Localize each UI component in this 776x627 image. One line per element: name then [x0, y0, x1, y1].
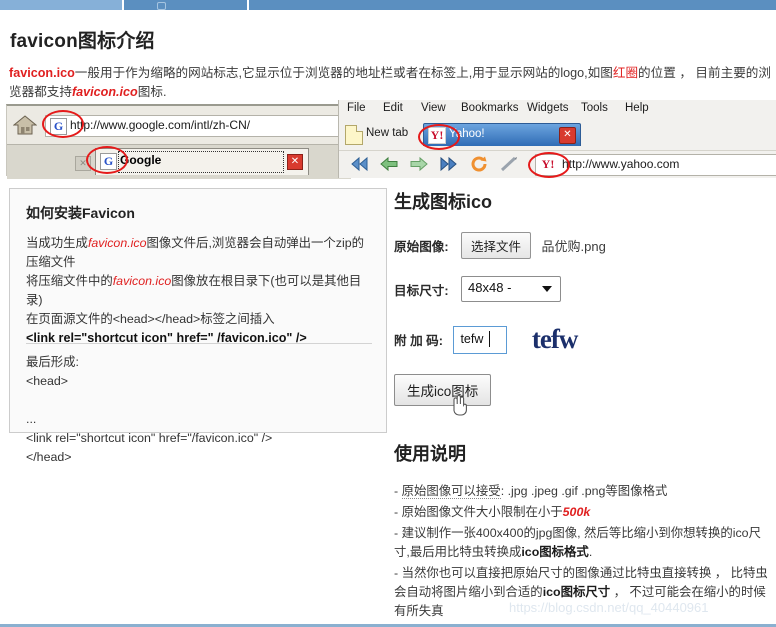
back-icon[interactable] [379, 155, 399, 173]
intro-text-1: 一般用于作为缩略的网站标志,它显示位于浏览器的地址栏或者在标签上,用于显示网站的… [74, 66, 613, 80]
menu-item-tools[interactable]: Tools [581, 102, 608, 114]
rewind-icon[interactable] [349, 155, 369, 173]
google-browser-screenshot: G http://www.google.com/intl/zh-CN/ ✕ G … [6, 104, 351, 179]
card-line6: <head> [26, 374, 69, 388]
google-tab-title: Google [120, 153, 162, 167]
card-line8: <link rel="shortcut icon" href="/favicon… [26, 431, 273, 445]
card-line9: </head> [26, 450, 72, 464]
google-tab-favicon-icon: G [100, 153, 117, 170]
usage-heading: 使用说明 [394, 444, 466, 464]
tab-icon [157, 2, 166, 10]
target-size-label: 目标尺寸: [394, 283, 449, 298]
google-tab-close-small[interactable]: ✕ [75, 156, 91, 171]
card-line7: ... [26, 412, 37, 426]
google-browser-tab[interactable]: G Google ✕ [95, 148, 309, 175]
usage-note-2: - 原始图像文件大小限制在小于500k [394, 503, 768, 522]
note2-limit: 500k [562, 505, 591, 519]
opera-toolbar: Y! http://www.yahoo.com [339, 150, 776, 177]
reload-icon[interactable] [469, 155, 489, 173]
extra-code-row: 附 加 码: tefw tefw [394, 324, 774, 354]
card-line3: 在页面源文件的<head></head>标签之间插入 [26, 312, 275, 326]
google-favicon-icon: G [50, 118, 67, 135]
new-tab-page-icon[interactable] [345, 125, 363, 145]
intro-keyword: favicon.ico [9, 66, 75, 80]
card-line1-keyword: favicon.ico [87, 236, 147, 250]
usage-note-3: - 建议制作一张400x400的jpg图像, 然后等比缩小到你想转换的ico尺寸… [394, 524, 768, 562]
code-preview-text: tefw [531, 324, 578, 354]
generate-ico-button[interactable]: 生成ico图标 [394, 374, 492, 416]
google-tab-row: ✕ G Google ✕ [7, 144, 351, 179]
menu-item-bookmarks[interactable]: Bookmarks [461, 102, 519, 114]
yahoo-tab-favicon-icon: Y! [428, 127, 446, 144]
card-line1-a: 当成功生成 [26, 236, 88, 250]
note1-bullet: - [394, 484, 402, 498]
menu-item-help[interactable]: Help [625, 102, 649, 114]
intro-redcircle-word: 红圈 [612, 66, 639, 80]
card-line2-a: 将压缩文件中的 [26, 274, 113, 288]
source-image-label: 原始图像: [394, 240, 449, 254]
extra-code-label: 附 加 码: [394, 334, 443, 348]
browser-tab-strip [0, 0, 776, 10]
new-tab-label[interactable]: New tab [366, 127, 408, 139]
tab-divider [122, 0, 124, 10]
home-icon[interactable] [12, 114, 38, 136]
google-address-row: G http://www.google.com/intl/zh-CN/ [7, 110, 351, 140]
google-address-bar[interactable]: G http://www.google.com/intl/zh-CN/ [45, 115, 347, 137]
note1-term: 原始图像可以接受 [401, 484, 501, 499]
target-size-row: 目标尺寸: 48x48 - [394, 276, 774, 302]
note3-end: . [588, 545, 593, 559]
google-url-text: http://www.google.com/intl/zh-CN/ [70, 118, 251, 132]
opera-browser-tab[interactable]: Y! Yahoo! ✕ [423, 123, 581, 146]
card-line2-keyword: favicon.ico [112, 274, 172, 288]
hand-pointer-icon [449, 393, 469, 417]
menu-item-widgets[interactable]: Widgets [527, 102, 569, 114]
extra-code-input[interactable]: tefw [453, 325, 508, 354]
menu-item-edit[interactable]: Edit [383, 102, 403, 114]
form-heading: 生成图标ico [394, 192, 493, 212]
yahoo-addressbar-favicon-icon: Y! [540, 157, 556, 172]
fast-forward-icon[interactable] [439, 155, 459, 173]
text-caret [489, 330, 491, 347]
target-size-value: 48x48 - [468, 280, 512, 295]
opera-address-bar[interactable]: Y! http://www.yahoo.com [535, 154, 776, 176]
card-body-2: 最后形成: <head> ... <link rel="shortcut ico… [26, 353, 374, 467]
page-title: favicon图标介绍 [10, 31, 155, 52]
install-favicon-card: 如何安装Favicon 当成功生成favicon.ico图像文件后,浏览器会自动… [9, 188, 387, 464]
edit-icon[interactable] [499, 155, 519, 173]
usage-note-1: - 原始图像可以接受: .jpg .jpeg .gif .png等图像格式 [394, 482, 768, 501]
google-tab-close-icon[interactable]: ✕ [287, 154, 303, 170]
menu-item-view[interactable]: View [421, 102, 446, 114]
note3-bold: ico图标格式 [521, 545, 589, 559]
intro-text-3: 图标. [137, 85, 167, 99]
note1-rest: : .jpg .jpeg .gif .png等图像格式 [500, 484, 668, 498]
tab-divider [247, 0, 249, 10]
opera-url-text: http://www.yahoo.com [562, 157, 680, 171]
extra-code-value: tefw [460, 331, 484, 346]
menu-item-file[interactable]: File [347, 102, 366, 114]
active-tab-segment[interactable] [0, 0, 122, 10]
watermark: https://blog.csdn.net/qq_40440961 [509, 600, 709, 615]
note4-bold: ico图标尺寸 [542, 585, 611, 599]
opera-tab-close-icon[interactable]: ✕ [559, 127, 576, 144]
opera-tab-row: New tab Y! Yahoo! ✕ [339, 122, 776, 148]
card-heading: 如何安装Favicon [26, 205, 135, 221]
choose-file-button[interactable]: 选择文件 [461, 232, 532, 259]
target-size-select[interactable]: 48x48 - [461, 276, 562, 302]
intro-paragraph: favicon.ico一般用于作为缩略的网站标志,它显示位于浏览器的地址栏或者在… [9, 64, 771, 102]
card-divider [26, 343, 372, 344]
selected-file-name: 品优购.png [541, 239, 606, 254]
chevron-down-icon [542, 286, 553, 292]
card-body: 当成功生成favicon.ico图像文件后,浏览器会自动弹出一个zip的压缩文件… [26, 234, 374, 348]
intro-keyword-2: favicon.ico [71, 85, 138, 99]
note2-text: - 原始图像文件大小限制在小于 [394, 505, 563, 519]
ico-generator-panel: 生成图标ico 原始图像: 选择文件 品优购.png 目标尺寸: 48x48 -… [394, 188, 774, 623]
card-line5: 最后形成: [26, 355, 80, 369]
forward-icon[interactable] [409, 155, 429, 173]
source-image-row: 原始图像: 选择文件 品优购.png [394, 232, 774, 259]
opera-tab-title: Yahoo! [449, 128, 485, 140]
opera-browser-screenshot: File Edit View Bookmarks Widgets Tools H… [338, 100, 776, 178]
